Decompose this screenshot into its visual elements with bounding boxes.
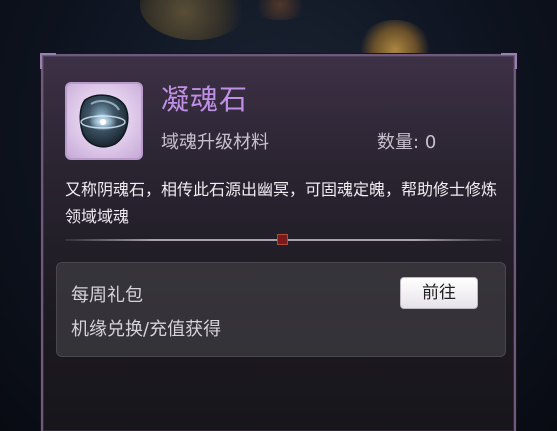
source-title: 每周礼包 [71, 285, 143, 306]
item-icon-frame [65, 82, 143, 160]
background-orb-top [250, 0, 310, 20]
background-orb-left [140, 0, 250, 40]
panel-corner-ornament [501, 53, 517, 69]
quantity-label: 数量 [377, 132, 413, 153]
divider-gem-ornament [277, 234, 288, 245]
quantity-value: 0 [424, 132, 437, 153]
item-quantity: 数量: 0 [377, 128, 436, 154]
acquisition-source-box: 每周礼包 机缘兑换/充值获得 前往 [56, 262, 506, 357]
panel-corner-ornament [40, 53, 56, 69]
item-name: 凝魂石 [161, 83, 249, 116]
soul-stone-icon [79, 94, 129, 148]
quantity-separator: : [413, 132, 420, 153]
source-description: 机缘兑换/充值获得 [71, 319, 222, 340]
item-tooltip-panel: 凝魂石 域魂升级材料 数量: 0 又称阴魂石，相传此石源出幽冥，可固魂定魄，帮助… [40, 53, 517, 431]
goto-button[interactable]: 前往 [400, 277, 478, 309]
item-type: 域魂升级材料 [161, 132, 269, 153]
item-description: 又称阴魂石，相传此石源出幽冥，可固魂定魄，帮助修士修炼领域域魂 [65, 180, 498, 226]
